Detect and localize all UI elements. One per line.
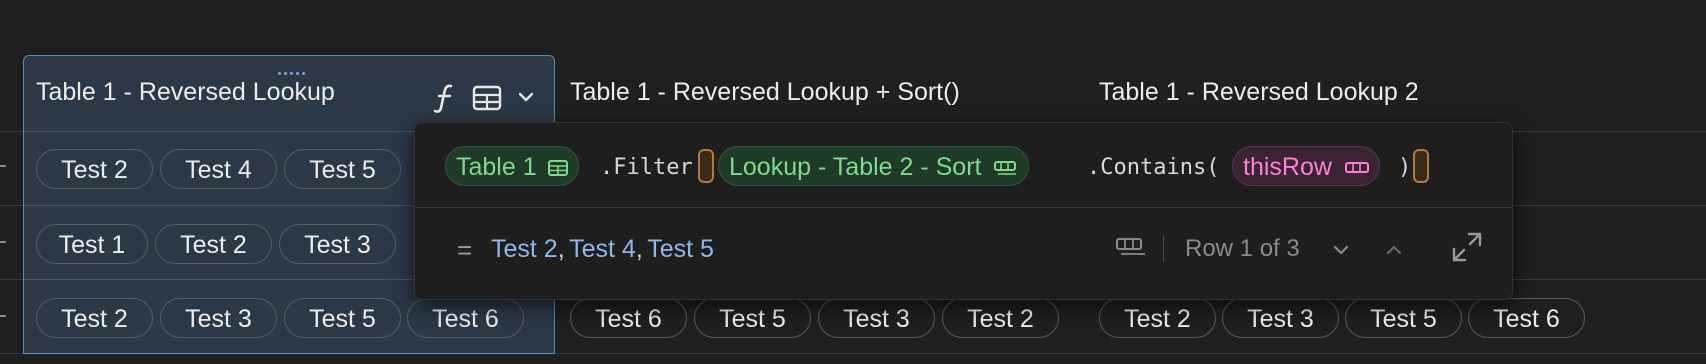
list-item-chip[interactable]: Test 5 [694, 298, 811, 338]
list-item-chip[interactable]: Test 2 [36, 149, 153, 189]
list-item-chip[interactable]: Test 1 [36, 224, 148, 264]
row-edge-mark [0, 315, 6, 317]
column-header-title[interactable]: Table 1 - Reversed Lookup 2 [1099, 78, 1419, 107]
row-edge-mark [0, 165, 6, 167]
column-type-icon[interactable] [1115, 237, 1147, 262]
list-item-chip[interactable]: Test 3 [279, 224, 396, 264]
column-header-title[interactable]: Table 1 - Reversed Lookup + Sort() [570, 78, 960, 107]
open-paren-highlight [698, 149, 714, 183]
chevron-down-icon[interactable] [517, 90, 535, 109]
formula-popup[interactable]: Table 1 .Filter Lookup - Table 2 - Sort … [414, 122, 1513, 300]
list-item-chip[interactable]: Test 2 [36, 298, 153, 338]
formula-filter-function: .Filter [600, 155, 693, 180]
row-indicator: Row 1 of 3 [1185, 235, 1300, 262]
formula-table-token[interactable]: Table 1 [445, 146, 579, 186]
list-item-chip[interactable]: Test 2 [1099, 298, 1216, 338]
column-icon [994, 161, 1017, 175]
formula-lookup-token[interactable]: Lookup - Table 2 - Sort [718, 146, 1030, 186]
lookup-token-label: Lookup - Table 2 - Sort [729, 153, 982, 181]
chevron-up-icon[interactable] [1385, 243, 1403, 261]
formula-close-paren: ) [1398, 155, 1412, 180]
table-icon[interactable] [472, 85, 502, 116]
footer-separator [1163, 236, 1164, 262]
list-item-chip[interactable]: Test 6 [1468, 298, 1585, 338]
row-edge-mark [0, 241, 6, 243]
list-item-chip[interactable]: Test 6 [570, 298, 687, 338]
column-drag-handle[interactable] [278, 62, 310, 75]
result-value-link[interactable]: Test 5 [647, 235, 714, 263]
result-equals: = [457, 235, 473, 265]
expand-icon[interactable] [1451, 231, 1483, 268]
list-item-chip[interactable]: Test 3 [818, 298, 935, 338]
list-item-chip[interactable]: Test 2 [942, 298, 1059, 338]
list-item-chip[interactable]: Test 3 [160, 298, 277, 338]
chevron-down-icon[interactable] [1332, 243, 1350, 261]
formula-contains-function: .Contains( [1087, 155, 1220, 180]
list-item-chip[interactable]: Test 6 [407, 298, 524, 338]
list-item-chip[interactable]: Test 5 [284, 149, 401, 189]
formula-icon[interactable] [433, 82, 457, 119]
popup-divider [415, 207, 1512, 208]
result-separator: , [635, 235, 643, 263]
list-item-chip[interactable]: Test 3 [1222, 298, 1339, 338]
list-item-chip[interactable]: Test 5 [1345, 298, 1462, 338]
column-header-title[interactable]: Table 1 - Reversed Lookup [36, 78, 335, 107]
result-value-link[interactable]: Test 4 [569, 235, 636, 263]
list-item-chip[interactable]: Test 4 [160, 149, 277, 189]
close-paren-highlight [1413, 149, 1429, 183]
list-item-chip[interactable]: Test 5 [284, 298, 401, 338]
table-token-label: Table 1 [456, 153, 537, 181]
result-separator: , [557, 235, 565, 263]
table-icon [547, 160, 568, 176]
list-item-chip[interactable]: Test 2 [155, 224, 272, 264]
row-token-label: thisRow [1243, 153, 1332, 181]
result-value-link[interactable]: Test 2 [491, 235, 558, 263]
row-icon [1344, 162, 1369, 173]
formula-row-token[interactable]: thisRow [1232, 146, 1380, 186]
result-values: Test 2, Test 4, Test 5 [491, 235, 714, 264]
